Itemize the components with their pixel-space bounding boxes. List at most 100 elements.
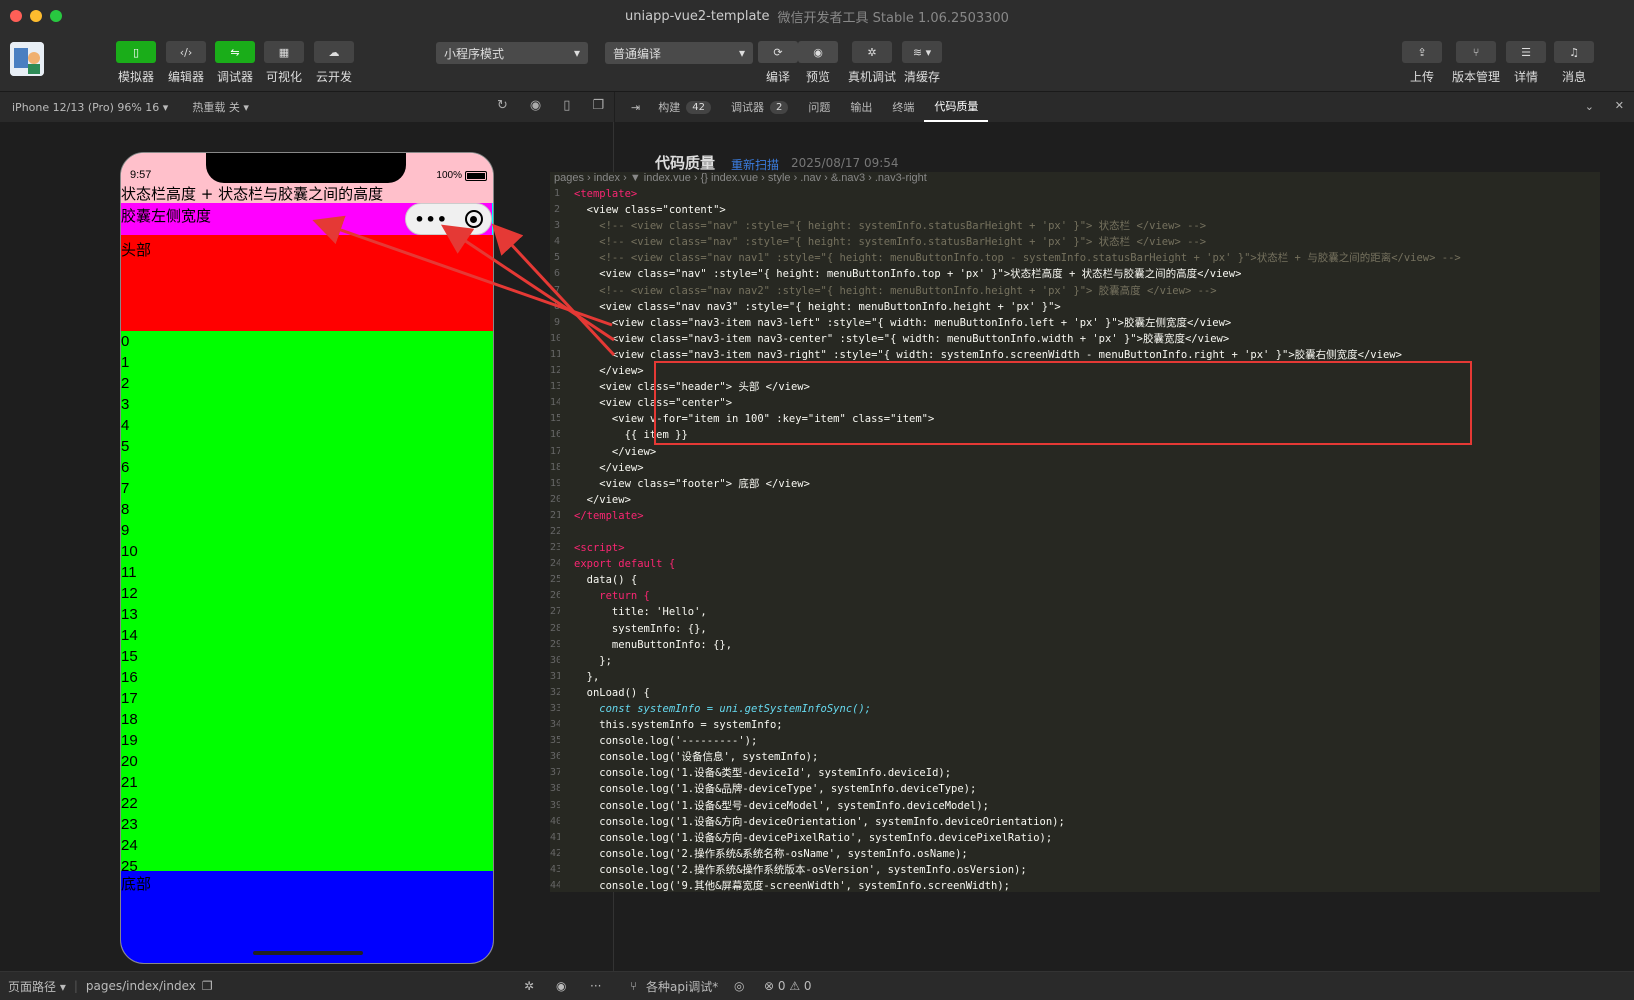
copy-icon[interactable]: ❐ <box>202 979 213 993</box>
upload-button[interactable]: ⇪ 上传 <box>1402 41 1442 85</box>
code-line[interactable]: 43 console.log('2.操作系统&操作系统版本-osVersion'… <box>550 862 1600 878</box>
messages-button[interactable]: ♫ 消息 <box>1554 41 1594 85</box>
code-line[interactable]: 39 console.log('1.设备&型号-deviceModel', sy… <box>550 798 1600 814</box>
list-item: 5 <box>121 438 130 455</box>
nav3-right <box>492 203 493 235</box>
code-line[interactable]: 10 <view class="nav3-item nav3-center" :… <box>550 331 1600 347</box>
code-line[interactable]: 5 <!-- <view class="nav nav1" :style="{ … <box>550 250 1600 266</box>
code-text: <view class="nav" :style="{ height: menu… <box>574 268 1242 281</box>
close-window-button[interactable] <box>10 10 22 22</box>
line-number: 15 <box>550 413 560 425</box>
code-line[interactable]: 6 <view class="nav" :style="{ height: me… <box>550 266 1600 282</box>
list-item: 25 <box>121 858 138 871</box>
panel-toggle-icon[interactable]: ⇥ <box>623 101 648 114</box>
device-select[interactable]: iPhone 12/13 (Pro) 96% 16 ▾ <box>12 101 168 114</box>
api-debug-label[interactable]: 各种api调试* <box>646 978 718 995</box>
editor-button[interactable]: ‹/› 编辑器 <box>166 41 206 85</box>
code-line[interactable]: 37 console.log('1.设备&类型-deviceId', syste… <box>550 765 1600 781</box>
preview-button[interactable]: ◉ 预览 <box>798 41 838 85</box>
chevron-down-icon[interactable]: ⌄ <box>1585 100 1594 113</box>
line-number: 21 <box>550 509 560 521</box>
code-line[interactable]: 35 console.log('---------'); <box>550 733 1600 749</box>
tab-build[interactable]: 构建 42 <box>648 92 721 122</box>
compile-button[interactable]: ⟳ 编译 <box>758 41 798 85</box>
code-line[interactable]: 36 console.log('设备信息', systemInfo); <box>550 749 1600 765</box>
cloud-dev-button[interactable]: ☁ 云开发 <box>314 41 354 85</box>
layout-icon: ▦ <box>264 41 304 63</box>
code-line[interactable]: 18 </view> <box>550 460 1600 476</box>
line-number: 25 <box>550 574 560 586</box>
code-line[interactable]: 17 </view> <box>550 444 1600 460</box>
code-line[interactable]: 29 menuButtonInfo: {}, <box>550 637 1600 653</box>
visual-button[interactable]: ▦ 可视化 <box>264 41 304 85</box>
highlight-box <box>654 361 1472 445</box>
detach-window-icon[interactable]: ❐ <box>592 98 604 113</box>
tab-code-quality[interactable]: 代码质量 <box>924 92 989 122</box>
broadcast-icon[interactable]: ◎ <box>734 979 744 993</box>
clear-cache-button[interactable]: ≋ ▾ 清缓存 <box>902 41 942 85</box>
more-icon[interactable]: ••• <box>414 210 448 229</box>
code-line[interactable]: 1 <template> <box>550 186 1600 202</box>
code-line[interactable]: 34 this.systemInfo = systemInfo; <box>550 717 1600 733</box>
tab-output[interactable]: 输出 <box>840 92 882 122</box>
more-icon[interactable]: ··· <box>590 979 601 993</box>
page-path-select[interactable]: 页面路径 ▾ <box>8 978 66 995</box>
code-line[interactable]: 8 <view class="nav nav3" :style="{ heigh… <box>550 299 1600 315</box>
list-item: 13 <box>121 606 138 623</box>
line-number: 19 <box>550 477 560 489</box>
tab-problems[interactable]: 问题 <box>798 92 840 122</box>
hot-reload-select[interactable]: 热重载 关 ▾ <box>192 99 249 115</box>
code-line[interactable]: 20 </view> <box>550 492 1600 508</box>
minimize-window-button[interactable] <box>30 10 42 22</box>
code-line[interactable]: 3 <!-- <view class="nav" :style="{ heigh… <box>550 218 1600 234</box>
code-line[interactable]: 7 <!-- <view class="nav nav2" :style="{ … <box>550 283 1600 299</box>
code-line[interactable]: 44 console.log('9.其他&屏幕宽度-screenWidth', … <box>550 878 1600 892</box>
code-line[interactable]: 4 <!-- <view class="nav" :style="{ heigh… <box>550 234 1600 250</box>
bug-icon[interactable]: ✲ <box>524 979 534 993</box>
phone-icon[interactable]: ▯ <box>563 98 570 113</box>
code-line[interactable]: 19 <view class="footer"> 底部 </view> <box>550 476 1600 492</box>
code-line[interactable]: 31 }, <box>550 669 1600 685</box>
breadcrumb[interactable]: pages › index › ▼ index.vue › {} index.v… <box>550 172 1600 186</box>
record-icon[interactable]: ◉ <box>530 98 541 113</box>
code-line[interactable]: 42 console.log('2.操作系统&系统名称-osName', sys… <box>550 846 1600 862</box>
compile-select[interactable]: 普通编译 ▾ <box>605 42 753 64</box>
code-line[interactable]: 23 <script> <box>550 540 1600 556</box>
tab-terminal[interactable]: 终端 <box>882 92 924 122</box>
close-target-icon[interactable] <box>464 210 483 228</box>
code-line[interactable]: 32 onLoad() { <box>550 685 1600 701</box>
status-time: 9:57 <box>130 169 152 181</box>
code-line[interactable]: 25 data() { <box>550 572 1600 588</box>
code-line[interactable]: 22 <box>550 524 1600 540</box>
error-warning-count[interactable]: ⊗ 0 ⚠ 0 <box>764 979 812 993</box>
list-item: 22 <box>121 795 138 812</box>
code-line[interactable]: 41 console.log('1.设备&方向-devicePixelRatio… <box>550 830 1600 846</box>
code-line[interactable]: 28 systemInfo: {}, <box>550 621 1600 637</box>
close-icon[interactable]: ✕ <box>1615 99 1624 112</box>
version-button[interactable]: ⑂ 版本管理 <box>1452 41 1500 85</box>
details-button[interactable]: ☰ 详情 <box>1506 41 1546 85</box>
zoom-window-button[interactable] <box>50 10 62 22</box>
code-line[interactable]: 21 </template> <box>550 508 1600 524</box>
simulator-button[interactable]: ▯ 模拟器 <box>116 41 156 85</box>
remote-debug-button[interactable]: ✲ 真机调试 <box>848 41 896 85</box>
clear-cache-label: 清缓存 <box>903 70 940 84</box>
code-line[interactable]: 24 export default { <box>550 556 1600 572</box>
code-line[interactable]: 40 console.log('1.设备&方向-deviceOrientatio… <box>550 814 1600 830</box>
chevron-down-icon: ▾ <box>738 46 745 60</box>
code-line[interactable]: 33 const systemInfo = uni.getSystemInfoS… <box>550 701 1600 717</box>
debugger-button[interactable]: ⇋ 调试器 <box>215 41 255 85</box>
code-line[interactable]: 9 <view class="nav3-item nav3-left" :sty… <box>550 315 1600 331</box>
project-avatar[interactable] <box>10 42 44 76</box>
eye-icon[interactable]: ◉ <box>556 979 566 993</box>
code-line[interactable]: 30 }; <box>550 653 1600 669</box>
code-line[interactable]: 27 title: 'Hello', <box>550 604 1600 620</box>
rescan-link[interactable]: 重新扫描 <box>731 156 779 173</box>
code-line[interactable]: 26 return { <box>550 588 1600 604</box>
rotate-icon[interactable]: ↻ <box>497 98 508 113</box>
code-line[interactable]: 2 <view class="content"> <box>550 202 1600 218</box>
tab-debugger[interactable]: 调试器 2 <box>721 92 798 122</box>
code-editor[interactable]: pages › index › ▼ index.vue › {} index.v… <box>550 172 1600 892</box>
code-line[interactable]: 38 console.log('1.设备&品牌-deviceType', sys… <box>550 781 1600 797</box>
mode-select[interactable]: 小程序模式 ▾ <box>436 42 588 64</box>
